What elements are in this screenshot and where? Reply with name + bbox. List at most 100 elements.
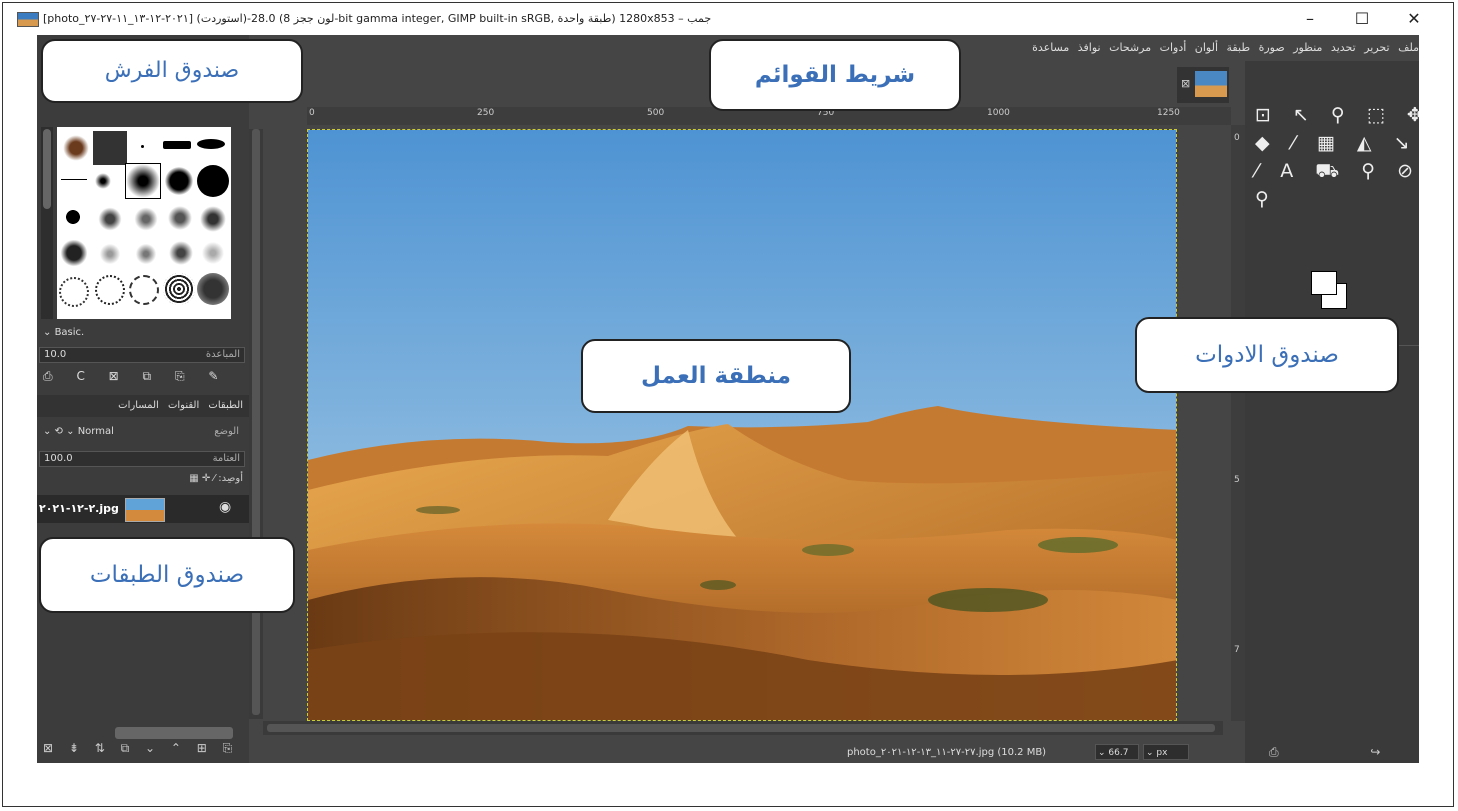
brush-texture-1[interactable] (59, 277, 89, 307)
menu-filters[interactable]: مرشحات (1109, 41, 1151, 54)
image-canvas[interactable] (307, 129, 1177, 721)
foreground-color-swatch[interactable] (1311, 271, 1337, 295)
zoom-dropdown[interactable]: ⌄ 66.7 % (1095, 744, 1139, 760)
brush-hard-large[interactable] (197, 165, 229, 197)
layers-bottom-icons[interactable]: ⊠ ⇟ ⇅ ⧉ ⌄ ⌃ ⊞ ⎘ (43, 741, 238, 756)
tab-channels[interactable]: القنوات (168, 400, 199, 411)
tool-row[interactable]: ⊡ ↖ ⚲ ⬚ ✥ (1255, 101, 1419, 129)
brush-texture-3[interactable] (129, 275, 159, 305)
brush-grunge-5[interactable] (199, 241, 227, 265)
layer-mode-label: الوضع (214, 426, 239, 437)
brush-new-icon[interactable]: ⎘ (175, 369, 185, 383)
brush-camel[interactable] (61, 133, 91, 163)
tab-paths[interactable]: المسارات (118, 400, 159, 411)
brush-duplicate-icon[interactable]: ⧉ (143, 369, 152, 383)
ruler-tick: 1000 (987, 108, 1010, 118)
close-button[interactable]: ✕ (1397, 7, 1431, 31)
brush-pixel[interactable] (141, 145, 144, 148)
eye-icon[interactable]: ◉ (219, 499, 231, 515)
close-tab-icon[interactable]: ⊠ (1181, 77, 1190, 90)
brush-splatter-1[interactable] (97, 207, 123, 231)
brush-grunge-4[interactable] (167, 239, 195, 267)
toolbox-grid: ⊡ ↖ ⚲ ⬚ ✥ ◆ ⁄ ▦ ◭ ↘ ⁄ A ⛟ ⚲ ⊘ ⚲ (1255, 101, 1419, 213)
image-tab[interactable]: ⊠ (1177, 67, 1229, 103)
ruler-tick: 0 (309, 108, 315, 118)
brush-fuzzy-large[interactable] (165, 167, 193, 195)
callout-menu-bar: شريط القوائم (709, 39, 961, 111)
gimp-image-icon (17, 12, 39, 27)
toolbox-bottom-icons[interactable]: ⎙ ↪ ↩ (1269, 745, 1419, 760)
layer-item[interactable]: ٢-١٢-٢٠٢١.jpg ◉ (37, 495, 249, 523)
brush-ellipse[interactable] (197, 139, 225, 149)
menu-tools[interactable]: أدوات (1160, 41, 1187, 54)
tool-row[interactable]: ⁄ A ⛟ ⚲ ⊘ (1255, 157, 1419, 185)
brush-splatter-3[interactable] (167, 205, 193, 231)
brush-preset-dropdown[interactable]: ⌄ Basic. (43, 327, 84, 338)
menu-bar: ملف تحرير تحديد منظور صورة طبقة ألوان أد… (1027, 35, 1419, 61)
zoom-value: 66.7 % (1108, 748, 1129, 758)
brush-spacing-label: المباعدة (205, 349, 240, 360)
brush-splatter-4[interactable] (199, 205, 227, 233)
callout-toolbox: صندوق الادوات (1135, 317, 1399, 393)
brush-fuzzy-small[interactable] (95, 173, 111, 189)
lock-label: أوصِد: (218, 473, 243, 484)
menu-file[interactable]: ملف (1398, 41, 1419, 54)
menu-windows[interactable]: نوافذ (1078, 41, 1101, 54)
desert-photo (308, 130, 1176, 720)
image-tab-thumbnail (1195, 71, 1227, 97)
brush-edit-pen-icon[interactable]: ✎ (208, 369, 218, 383)
tool-row[interactable]: ⚲ (1255, 185, 1419, 213)
layer-thumbnail (125, 498, 165, 522)
menu-edit[interactable]: تحرير (1364, 41, 1389, 54)
menu-image[interactable]: صورة (1259, 41, 1285, 54)
menu-select[interactable]: تحديد (1331, 41, 1356, 54)
vruler-tick: 7 (1234, 645, 1240, 655)
brushes-scrollbar[interactable] (41, 127, 53, 319)
layer-mode-dropdown[interactable]: ⌄ ⟲ ⌄ Normal (43, 426, 114, 437)
callout-work-area: منطقة العمل (581, 339, 851, 413)
brush-grunge-2[interactable] (97, 243, 123, 265)
brush-refresh-icon[interactable]: C (76, 369, 84, 383)
brush-splatter-2[interactable] (133, 207, 159, 231)
maximize-button[interactable]: ☐ (1345, 7, 1379, 31)
menu-view[interactable]: منظور (1293, 41, 1322, 54)
callout-brush-box: صندوق الفرش (41, 39, 303, 103)
lock-row: أوصِد: ⁄ ✛ ▦ (189, 473, 243, 484)
brush-edit-icon[interactable]: ⎙ (43, 369, 53, 383)
brush-line[interactable] (61, 179, 87, 180)
brush-block[interactable] (163, 141, 191, 149)
fg-bg-color-swatches[interactable] (1311, 271, 1351, 311)
menu-layer[interactable]: طبقة (1227, 41, 1251, 54)
brush-fuzzy-selected[interactable] (125, 163, 161, 199)
minimize-button[interactable]: – (1293, 7, 1327, 31)
brushes-grid[interactable] (57, 127, 231, 319)
menu-colors[interactable]: ألوان (1195, 41, 1218, 54)
unit-dropdown[interactable]: ⌄ px (1143, 744, 1189, 760)
tool-row[interactable]: ◆ ⁄ ▦ ◭ ↘ (1255, 129, 1419, 157)
dock-scrollbar[interactable] (249, 129, 263, 719)
brush-texture-5[interactable] (197, 273, 229, 305)
layers-tabbar: الطبقات القنوات المسارات (37, 395, 249, 417)
menu-help[interactable]: مساعدة (1032, 41, 1069, 54)
canvas-hscroll[interactable] (263, 721, 1223, 735)
layer-opacity-field[interactable]: 100.0 العتامة (39, 451, 245, 467)
brush-grunge-3[interactable] (133, 243, 159, 265)
brush-texture[interactable] (93, 131, 127, 165)
vertical-ruler: 0 5 7 (1231, 125, 1245, 721)
ruler-tick: 500 (647, 108, 665, 118)
left-dock: ⌄ Basic. 10.0 المباعدة ⎙ C ⊠ ⧉ ⎘ ✎ الطبق… (37, 35, 249, 763)
unit-value: px (1156, 748, 1168, 758)
vruler-tick: 0 (1234, 133, 1240, 143)
brush-texture-2[interactable] (95, 275, 125, 305)
brush-spacing-field[interactable]: 10.0 المباعدة (39, 347, 245, 363)
brush-grunge-1[interactable] (59, 239, 89, 267)
brush-delete-icon[interactable]: ⊠ (109, 369, 119, 383)
ruler-tick: 1250 (1157, 108, 1180, 118)
layers-hscroll[interactable] (115, 727, 233, 739)
tab-layers[interactable]: الطبقات (208, 400, 243, 411)
screenshot-frame: [photo_٢٠٢١-١٢-١٣_١١-٢٧-٢٧] (استوردت)-28… (2, 2, 1454, 807)
vruler-tick: 5 (1234, 475, 1240, 485)
brush-actions: ⎙ C ⊠ ⧉ ⎘ ✎ (43, 369, 218, 384)
brush-texture-4[interactable] (163, 273, 195, 305)
brush-star[interactable] (61, 205, 85, 229)
